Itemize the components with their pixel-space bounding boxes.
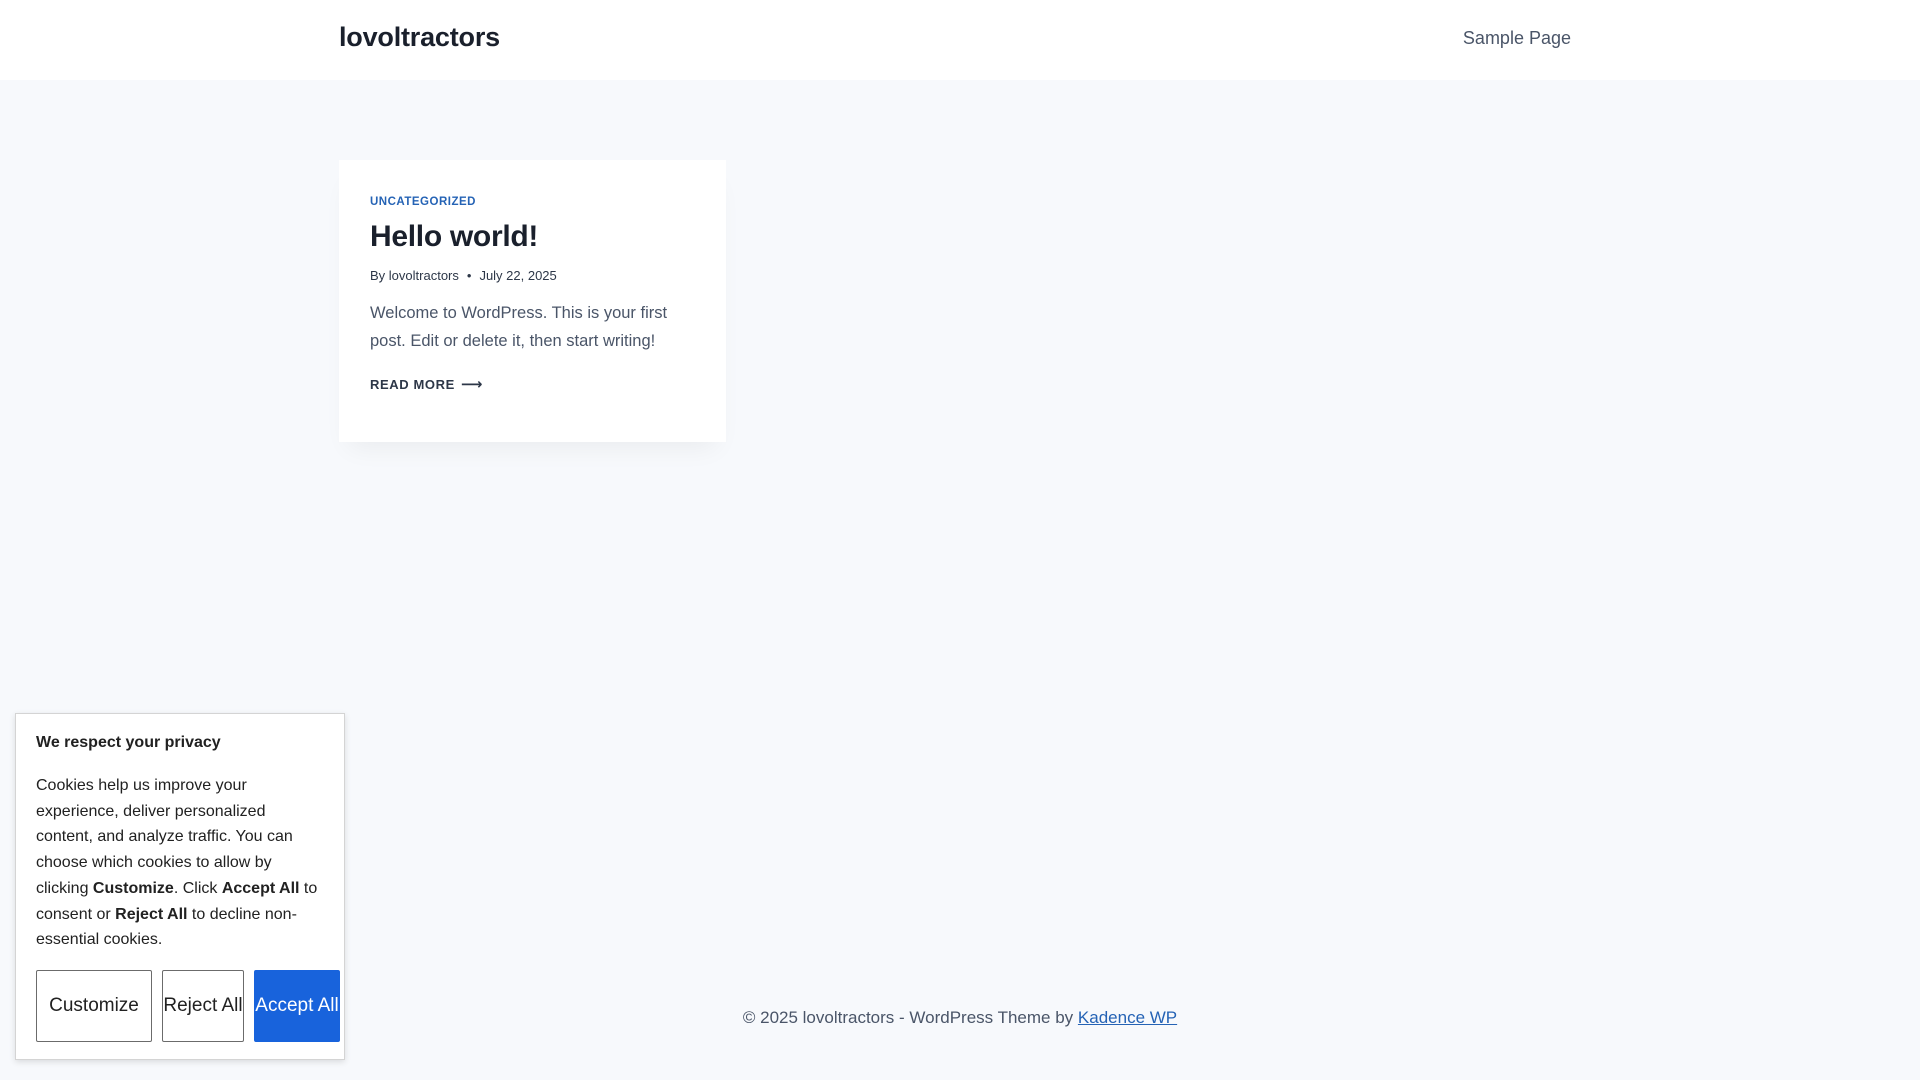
reject-all-button[interactable]: Reject All xyxy=(162,970,244,1042)
read-more-link[interactable]: READ MORE ⟶ xyxy=(370,375,483,393)
post-category-link[interactable]: UNCATEGORIZED xyxy=(370,196,476,208)
cookie-text-emphasis: Reject All xyxy=(115,905,188,923)
customize-button[interactable]: Customize xyxy=(36,970,152,1042)
footer-copyright: © 2025 lovoltractors - WordPress Theme b… xyxy=(742,1008,1074,1027)
post-author-link[interactable]: lovoltractors xyxy=(389,268,459,283)
cookie-consent-banner: We respect your privacy Cookies help us … xyxy=(15,713,345,1060)
post-card: UNCATEGORIZED Hello world! By lovoltract… xyxy=(339,160,726,442)
cookie-text-emphasis: Customize xyxy=(92,879,174,897)
cookie-button-group: Customize Reject All Accept All xyxy=(36,970,340,1042)
site-header: lovoltractors Sample Page xyxy=(0,0,1920,80)
cookie-text-emphasis: Accept All xyxy=(221,879,300,897)
read-more-label: READ MORE xyxy=(370,376,455,392)
arrow-right-icon: ⟶ xyxy=(460,376,483,393)
post-date: July 22, 2025 xyxy=(479,268,557,283)
post-title-link[interactable]: Hello world! xyxy=(370,220,695,254)
post-excerpt: Welcome to WordPress. This is your first… xyxy=(370,304,668,350)
accept-all-button[interactable]: Accept All xyxy=(254,970,340,1042)
meta-separator: • xyxy=(466,268,472,283)
nav-item-sample-page[interactable]: Sample Page xyxy=(1463,28,1571,49)
by-label: By xyxy=(370,268,386,283)
post-author-line: By lovoltractors xyxy=(370,268,459,283)
site-title-link[interactable]: lovoltractors xyxy=(339,22,500,53)
cookie-banner-title: We respect your privacy xyxy=(36,734,221,751)
cookie-banner-description: Cookies help us improve your experience,… xyxy=(36,773,324,953)
post-meta: By lovoltractors • July 22, 2025 xyxy=(370,268,695,283)
footer-theme-link[interactable]: Kadence WP xyxy=(1078,1008,1177,1027)
cookie-text: . Click xyxy=(173,879,222,897)
